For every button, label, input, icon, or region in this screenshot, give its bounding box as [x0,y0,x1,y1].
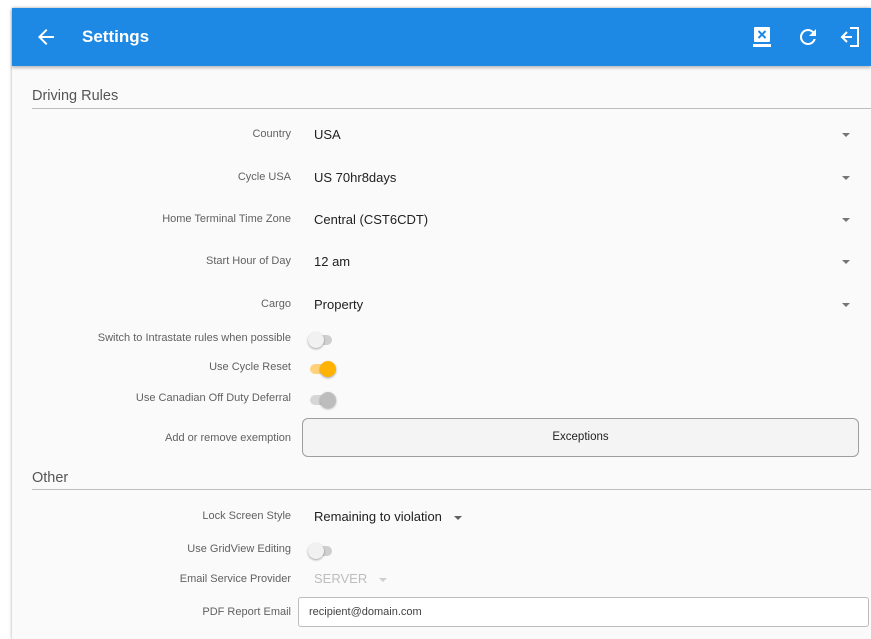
cycle-select[interactable]: US 70hr8days [314,170,396,185]
section-divider [32,489,871,490]
email-provider-select[interactable]: SERVER [314,571,388,586]
country-select[interactable]: USA [314,127,341,142]
chevron-down-icon[interactable] [842,176,850,180]
chevron-down-icon[interactable] [842,260,850,264]
toggle-knob [320,392,336,408]
toggle-knob [308,332,324,348]
chevron-down-icon[interactable] [842,133,850,137]
start-hour-label: Start Hour of Day [206,255,291,267]
chevron-down-icon[interactable] [842,218,850,222]
intrastate-toggle[interactable] [308,330,338,350]
section-title-driving-rules: Driving Rules [32,88,119,104]
app-bar: Settings [12,8,871,66]
toggle-knob [320,361,336,377]
country-label: Country [252,128,291,140]
cargo-label: Cargo [261,298,291,310]
lock-screen-label: Lock Screen Style [202,510,291,522]
exemption-label: Add or remove exemption [165,432,291,444]
refresh-icon[interactable] [796,25,820,49]
lock-screen-value: Remaining to violation [314,509,442,524]
email-provider-label: Email Service Provider [179,573,291,585]
chevron-down-icon [453,515,462,520]
chevron-down-icon[interactable] [842,303,850,307]
exceptions-button[interactable]: Exceptions [302,418,859,457]
pdf-email-label: PDF Report Email [202,606,291,618]
off-duty-deferral-label: Use Canadian Off Duty Deferral [135,392,291,404]
email-provider-value: SERVER [314,571,368,586]
toggle-knob [308,543,324,559]
logout-icon[interactable] [838,25,862,49]
chevron-down-icon [379,577,388,582]
start-hour-select[interactable]: 12 am [314,254,350,269]
gridview-toggle[interactable] [308,541,338,561]
cycle-label: Cycle USA [237,171,291,183]
page-title: Settings [82,27,150,46]
cycle-reset-label: Use Cycle Reset [209,361,291,373]
off-duty-deferral-toggle[interactable] [308,390,338,410]
lock-screen-select[interactable]: Remaining to violation [314,509,462,524]
settings-screen: Settings Driving Rules Country USA Cycle… [12,8,871,639]
cargo-select[interactable]: Property [314,297,363,312]
intrastate-label: Switch to Intrastate rules when possible [97,332,291,344]
time-zone-label: Home Terminal Time Zone [162,213,291,225]
section-divider [32,108,871,109]
close-log-icon[interactable] [750,25,774,49]
section-title-other: Other [32,470,69,486]
pdf-email-field[interactable]: recipient@domain.com [298,597,869,627]
back-arrow-icon[interactable] [34,25,58,49]
cycle-reset-toggle[interactable] [308,359,338,379]
gridview-label: Use GridView Editing [187,543,291,555]
time-zone-select[interactable]: Central (CST6CDT) [314,212,428,227]
